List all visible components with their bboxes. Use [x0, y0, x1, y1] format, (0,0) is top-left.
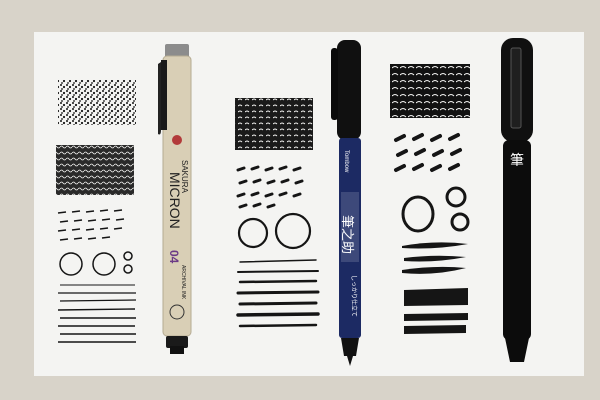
micron-pen: SAKURA MICRON 04 ARCHIVAL INK	[158, 44, 192, 354]
micron-nib	[170, 346, 184, 354]
crosshatch-swatch	[56, 145, 134, 195]
micron-note-text: ARCHIVAL INK	[180, 265, 186, 300]
micron-clip-bar	[161, 60, 167, 130]
micron-name-text: MICRON	[167, 172, 183, 229]
brush-texture-swatch	[235, 98, 313, 150]
pocket-brush-pen: 筆	[501, 38, 533, 362]
tombow-note-text: しっかり仕立て	[350, 275, 358, 317]
micron-logo-icon	[172, 135, 182, 145]
bold-brush-texture-swatch	[390, 64, 470, 118]
stipple-swatch	[58, 80, 136, 125]
micron-clip	[158, 62, 161, 135]
micron-size-text: 04	[167, 250, 181, 264]
pocket-brush-clip	[510, 47, 522, 129]
tombow-clip	[331, 48, 338, 120]
tombow-grip	[341, 338, 359, 356]
pocket-brush-name-text: 筆	[510, 153, 524, 169]
photo-svg: SAKURA MICRON 04 ARCHIVAL INK Tombow 筆之助…	[0, 0, 600, 400]
tombow-cap	[337, 40, 361, 140]
tombow-name-text: 筆之助	[339, 215, 354, 254]
tombow-brand-text: Tombow	[343, 150, 349, 173]
photo-scene: SAKURA MICRON 04 ARCHIVAL INK Tombow 筆之助…	[0, 0, 600, 400]
pocket-brush-body	[503, 140, 531, 340]
